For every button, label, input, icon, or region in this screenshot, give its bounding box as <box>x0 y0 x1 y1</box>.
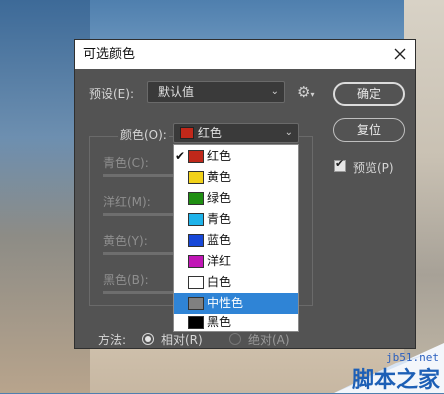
preview-checkbox[interactable]: ✔ <box>334 157 346 172</box>
menu-item-label: 白色 <box>207 275 232 289</box>
yellow-slider-track[interactable] <box>103 252 173 255</box>
color-dropdown-menu: ✔ 红色 黄色 绿色 青色 蓝色 洋红 白色 中性色 黑色 <box>173 144 299 332</box>
menu-item-black[interactable]: 黑色 <box>174 314 298 331</box>
menu-item-cyan[interactable]: 青色 <box>174 209 298 230</box>
magenta-slider-label: 洋红(M): <box>103 195 151 209</box>
menu-item-label: 洋红 <box>207 254 232 268</box>
neutral-swatch <box>188 297 204 310</box>
black-slider-label: 黑色(B): <box>103 273 149 287</box>
close-icon <box>394 48 406 60</box>
reset-button[interactable]: 复位 <box>333 118 405 142</box>
yellow-slider-label: 黄色(Y): <box>103 234 148 248</box>
red-swatch <box>180 127 194 139</box>
dialog-title: 可选颜色 <box>83 47 136 62</box>
menu-item-label: 中性色 <box>207 296 244 310</box>
preset-dropdown[interactable]: 默认值 ⌄ <box>147 81 285 103</box>
menu-item-label: 黑色 <box>207 315 232 329</box>
menu-item-red[interactable]: ✔ 红色 <box>174 146 298 167</box>
blue-swatch <box>188 234 204 247</box>
menu-item-label: 红色 <box>207 149 232 163</box>
check-icon: ✔ <box>175 149 186 163</box>
menu-item-neutrals[interactable]: 中性色 <box>174 293 298 314</box>
preset-value: 默认值 <box>158 85 195 99</box>
chevron-down-icon: ⌄ <box>284 127 293 138</box>
magenta-slider-track[interactable] <box>103 213 173 216</box>
yellow-swatch <box>188 171 204 184</box>
menu-item-label: 黄色 <box>207 170 232 184</box>
preview-label: 预览(P) <box>353 161 394 175</box>
color-value: 红色 <box>197 126 222 140</box>
color-label: 颜色(O): <box>118 126 169 143</box>
method-absolute-radio[interactable] <box>229 333 241 345</box>
method-absolute-label: 绝对(A) <box>248 333 290 347</box>
cyan-slider-label: 青色(C): <box>103 156 149 170</box>
red-swatch <box>188 150 204 163</box>
method-relative-label: 相对(R) <box>161 333 203 347</box>
menu-item-green[interactable]: 绿色 <box>174 188 298 209</box>
method-relative-radio[interactable] <box>142 333 154 345</box>
menu-item-magenta[interactable]: 洋红 <box>174 251 298 272</box>
cyan-slider-track[interactable] <box>103 174 173 177</box>
menu-item-white[interactable]: 白色 <box>174 272 298 293</box>
menu-item-blue[interactable]: 蓝色 <box>174 230 298 251</box>
black-slider-track[interactable] <box>103 291 173 294</box>
ok-button[interactable]: 确定 <box>333 82 405 106</box>
check-icon: ✔ <box>335 157 345 170</box>
gear-icon[interactable]: ⚙▾ <box>297 83 314 101</box>
black-swatch <box>188 316 204 329</box>
preset-label: 预设(E): <box>89 87 134 101</box>
cyan-swatch <box>188 213 204 226</box>
menu-item-yellow[interactable]: 黄色 <box>174 167 298 188</box>
menu-item-label: 绿色 <box>207 191 232 205</box>
magenta-swatch <box>188 255 204 268</box>
chevron-down-icon: ⌄ <box>270 86 279 97</box>
color-dropdown[interactable]: 红色 ⌄ <box>173 123 299 143</box>
green-swatch <box>188 192 204 205</box>
watermark-name: 脚本之家 <box>352 367 441 393</box>
white-swatch <box>188 276 204 289</box>
close-button[interactable] <box>389 44 411 65</box>
menu-item-label: 青色 <box>207 212 232 226</box>
menu-item-label: 蓝色 <box>207 233 232 247</box>
dialog-titlebar: 可选颜色 <box>75 40 415 69</box>
method-label: 方法: <box>98 333 127 347</box>
